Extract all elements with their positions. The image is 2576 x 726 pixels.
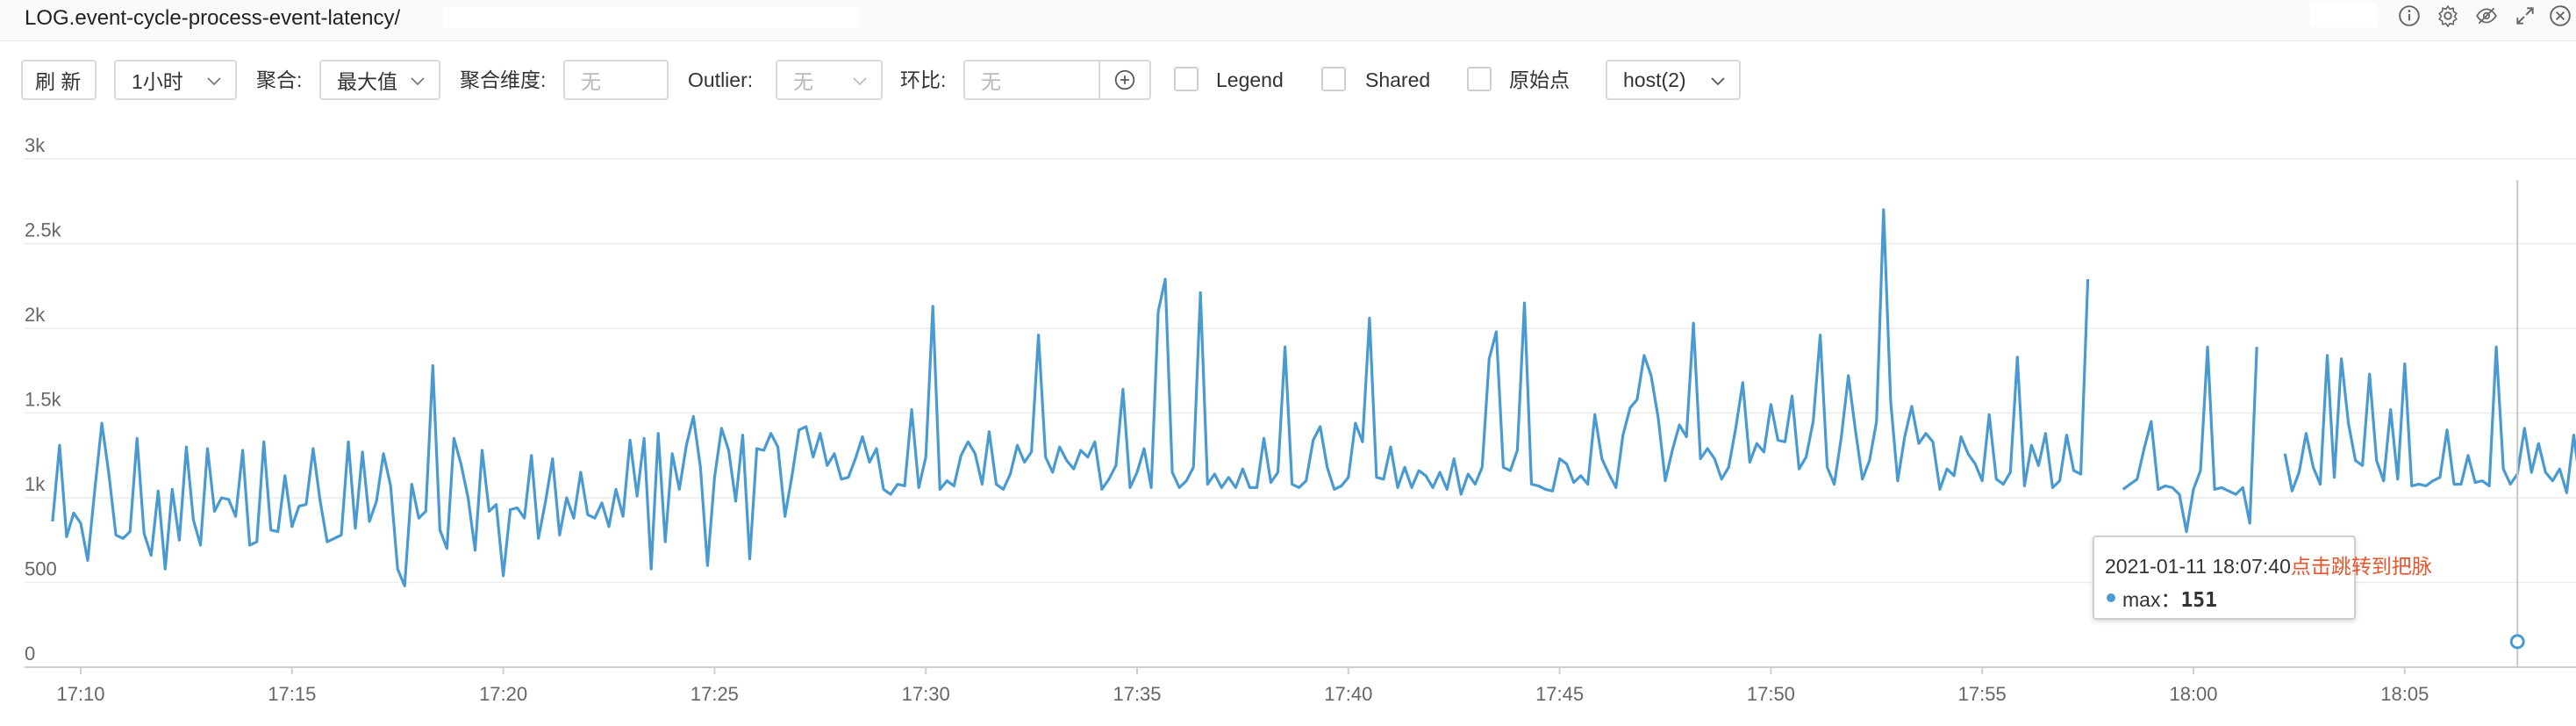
shared-checkbox[interactable] bbox=[1321, 67, 1346, 91]
hover-point bbox=[2509, 634, 2525, 650]
shared-label: Shared bbox=[1365, 68, 1431, 91]
agg-dim-placeholder: 无 bbox=[581, 70, 601, 93]
raw-points-checkbox[interactable] bbox=[1467, 67, 1492, 91]
outlier-label: Outlier: bbox=[688, 68, 754, 91]
plus-circle-icon bbox=[1114, 69, 1135, 90]
refresh-button[interactable]: 刷 新 bbox=[21, 60, 97, 100]
tooltip-series-row: max：151 bbox=[2122, 583, 2217, 613]
toolbar: 刷 新 1小时 聚合: 最大值 聚合维度: 无 Outlier: 无 环比: 无… bbox=[0, 60, 2576, 104]
outlier-value: 无 bbox=[793, 70, 813, 93]
panel-title: LOG.event-cycle-process-event-latency/ bbox=[25, 6, 401, 30]
chevron-down-icon bbox=[411, 77, 425, 86]
expand-icon[interactable] bbox=[2513, 4, 2537, 28]
redacted-title-suffix bbox=[443, 7, 860, 28]
y-tick-label: 1.5k bbox=[25, 389, 62, 411]
x-axis: 17:10 17:15 17:20 17:25 17:30 17:35 17:40 17:45… bbox=[56, 667, 2429, 705]
outlier-select[interactable]: 无 bbox=[776, 60, 883, 100]
x-tick-label: 17:45 bbox=[1535, 683, 1584, 705]
agg-select[interactable]: 最大值 bbox=[319, 60, 440, 100]
legend-checkbox[interactable] bbox=[1174, 67, 1199, 91]
x-tick-label: 17:35 bbox=[1113, 683, 1161, 705]
agg-label: 聚合: bbox=[256, 68, 303, 91]
tooltip-time: 2021-01-11 18:07:40 bbox=[2105, 555, 2291, 578]
time-range-value: 1小时 bbox=[132, 70, 183, 93]
tooltip-jump-link[interactable]: 点击跳转到把脉 bbox=[2291, 555, 2432, 578]
x-tick-label: 17:55 bbox=[1958, 683, 2007, 705]
ratio-placeholder: 无 bbox=[981, 70, 1001, 93]
y-tick-label: 1k bbox=[25, 473, 46, 495]
legend-label: Legend bbox=[1216, 68, 1284, 91]
chevron-down-icon bbox=[1711, 77, 1725, 86]
x-tick-label: 18:05 bbox=[2380, 683, 2429, 705]
settings-icon[interactable] bbox=[2436, 4, 2460, 28]
ratio-input[interactable]: 无 bbox=[963, 60, 1100, 100]
x-tick-label: 17:10 bbox=[56, 683, 104, 705]
chevron-down-icon bbox=[207, 77, 221, 86]
series-dot-icon bbox=[2107, 593, 2115, 602]
tooltip-time-row: 2021-01-11 18:07:40点击跳转到把脉 bbox=[2105, 550, 2432, 579]
host-select[interactable]: host(2) bbox=[1606, 60, 1741, 100]
agg-dim-input[interactable]: 无 bbox=[563, 60, 669, 100]
x-tick-label: 17:25 bbox=[691, 683, 739, 705]
ratio-label: 环比: bbox=[900, 68, 947, 91]
x-tick-label: 17:20 bbox=[479, 683, 527, 705]
agg-value: 最大值 bbox=[337, 70, 397, 93]
add-ratio-button[interactable] bbox=[1098, 60, 1151, 100]
hide-icon[interactable] bbox=[2474, 4, 2499, 28]
x-tick-label: 17:15 bbox=[268, 683, 316, 705]
panel-header: LOG.event-cycle-process-event-latency/ bbox=[0, 0, 2576, 41]
y-tick-label: 3k bbox=[25, 134, 46, 156]
x-tick-label: 17:40 bbox=[1324, 683, 1372, 705]
tooltip-series-value: 151 bbox=[2180, 589, 2217, 612]
host-select-value: host(2) bbox=[1623, 68, 1686, 91]
y-tick-label: 0 bbox=[25, 643, 35, 665]
redacted-area bbox=[2310, 3, 2377, 27]
x-tick-label: 17:30 bbox=[902, 683, 950, 705]
x-tick-label: 18:00 bbox=[2169, 683, 2217, 705]
y-tick-label: 2k bbox=[25, 304, 46, 326]
close-icon[interactable] bbox=[2548, 4, 2572, 28]
y-tick-label: 500 bbox=[25, 558, 57, 580]
chart-tooltip: 2021-01-11 18:07:40点击跳转到把脉 max：151 bbox=[2093, 536, 2432, 620]
raw-points-label: 原始点 bbox=[1509, 68, 1570, 91]
refresh-label: 刷 新 bbox=[35, 70, 82, 93]
x-tick-label: 17:50 bbox=[1747, 683, 1795, 705]
tooltip-series-label: max： bbox=[2122, 588, 2181, 611]
y-axis: 0 500 1k 1.5k 2k 2.5k 3k bbox=[25, 134, 62, 665]
time-range-select[interactable]: 1小时 bbox=[114, 60, 237, 100]
agg-dim-label: 聚合维度: bbox=[460, 68, 547, 91]
y-tick-label: 2.5k bbox=[25, 219, 62, 241]
chevron-down-icon bbox=[853, 77, 867, 86]
info-icon[interactable] bbox=[2397, 4, 2422, 28]
latency-chart[interactable]: 05001k1.5k2k2.5k3k 17:10 17:15 17:20 17:25 1… bbox=[0, 114, 2576, 726]
